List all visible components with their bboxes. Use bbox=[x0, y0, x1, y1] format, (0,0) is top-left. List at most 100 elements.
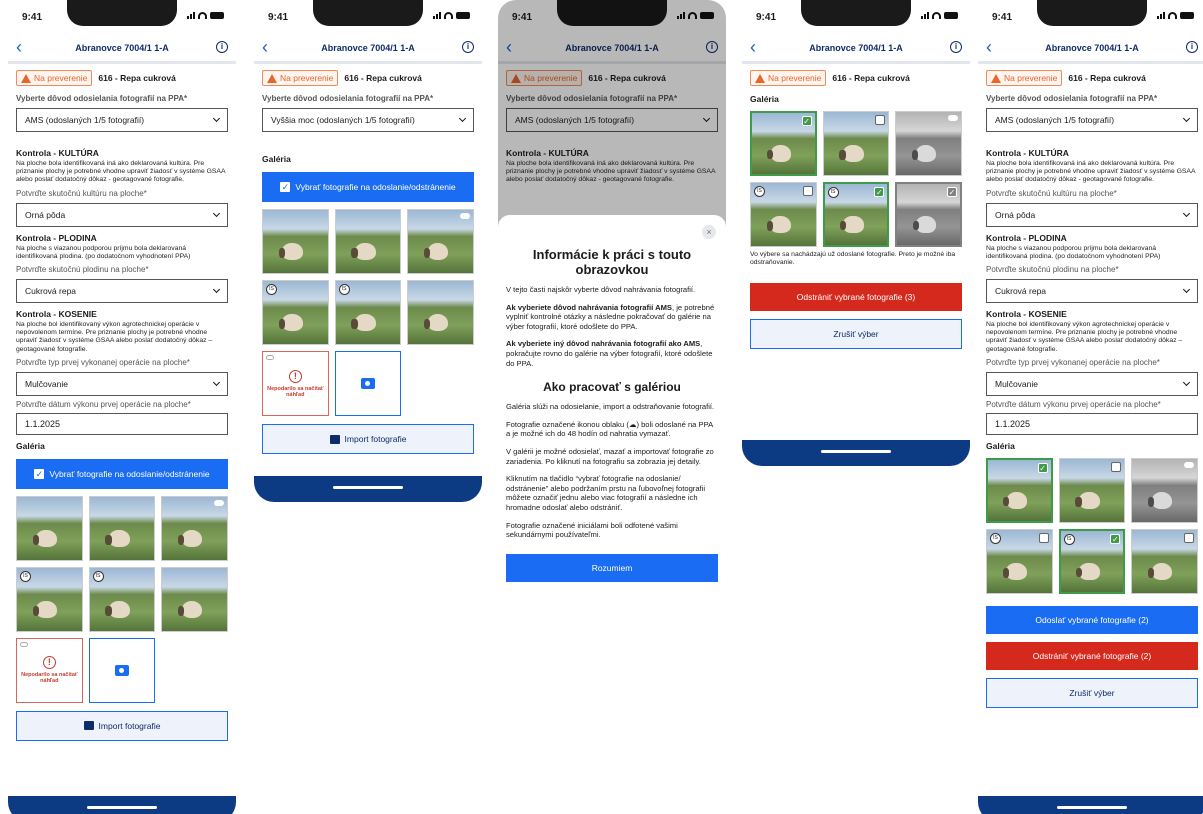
back-icon[interactable]: ‹ bbox=[262, 37, 268, 58]
photo-thumb[interactable] bbox=[895, 111, 962, 176]
modal-text: V galérii je možné odosielať, mazať a im… bbox=[506, 446, 714, 466]
camera-icon bbox=[114, 664, 129, 676]
initials-icon: IS bbox=[990, 532, 1001, 544]
photo-thumb[interactable] bbox=[1058, 457, 1126, 523]
import-photo-button[interactable]: Import fotografie bbox=[262, 424, 474, 454]
checkbox[interactable] bbox=[1183, 532, 1194, 543]
photo-thumb[interactable]: IS bbox=[334, 280, 402, 345]
send-selected-button[interactable]: Odoslať vybrané fotografie (2) bbox=[986, 605, 1198, 634]
checkbox-checked[interactable]: ✓ bbox=[801, 116, 812, 126]
failed-thumb[interactable]: ! Nepodarilo sa načítať náhľad bbox=[262, 351, 329, 416]
photo-thumb[interactable] bbox=[407, 209, 474, 274]
close-icon[interactable]: × bbox=[702, 225, 716, 239]
delete-selected-button[interactable]: Odstrániť vybrané fotografie (2) bbox=[986, 641, 1198, 670]
cancel-selection-button[interactable]: Zrušiť výber bbox=[750, 319, 962, 350]
modal-text: Ak vyberiete dôvod nahrávania fotografií… bbox=[506, 302, 715, 331]
photo-thumb[interactable]: IS ✓ bbox=[1058, 528, 1126, 594]
import-photo-button[interactable]: Import fotografie bbox=[16, 710, 228, 741]
reason-select[interactable]: Vyššia moc (odoslaných 1/5 fotografií) bbox=[262, 108, 474, 132]
photo-thumb[interactable]: IS bbox=[750, 182, 817, 247]
modal-text: Kliknutím na tlačidlo “vybrať fotografie… bbox=[506, 474, 706, 512]
plodina-select[interactable]: Cukrová repa bbox=[986, 279, 1198, 304]
photo-thumb[interactable]: ✓ bbox=[895, 182, 962, 247]
photo-thumb[interactable] bbox=[88, 495, 156, 561]
checkbox-checked[interactable]: ✓ bbox=[1110, 533, 1121, 544]
modal-backdrop[interactable] bbox=[498, 0, 726, 240]
camera-button[interactable] bbox=[334, 351, 402, 416]
photo-thumb[interactable] bbox=[1131, 457, 1198, 523]
checkbox-checked[interactable]: ✓ bbox=[874, 187, 885, 197]
reason-select[interactable]: AMS (odoslaných 1/5 fotografií) bbox=[986, 108, 1198, 132]
kultura-select[interactable]: Orná pôda bbox=[986, 202, 1198, 227]
select-photos-button[interactable]: ✓ Vybrať fotografie na odoslanie/odstráne… bbox=[16, 458, 228, 489]
photo-thumb[interactable] bbox=[407, 280, 474, 345]
photo-thumb[interactable]: ✓ bbox=[986, 457, 1053, 523]
clock: 9:41 bbox=[268, 12, 289, 23]
checkbox[interactable] bbox=[802, 186, 813, 196]
info-icon[interactable]: i bbox=[1186, 41, 1198, 53]
photo-thumb[interactable]: IS bbox=[16, 566, 83, 632]
photo-thumb[interactable]: IS bbox=[986, 528, 1053, 594]
reason-label: Vyberte dôvod odosielania fotografií na … bbox=[262, 94, 434, 103]
reason-select[interactable]: AMS (odoslaných 1/5 fotografií) bbox=[16, 108, 228, 132]
warning-icon bbox=[21, 73, 31, 83]
chevron-down-icon bbox=[1182, 114, 1191, 123]
understand-button[interactable]: Rozumiem bbox=[506, 553, 718, 582]
modal-text: Ak vyberiete iný dôvod nahrávania fotogr… bbox=[506, 339, 713, 368]
select-photos-button[interactable]: ✓ Vybrať fotografie na odoslanie/odstráne… bbox=[262, 172, 474, 202]
plodina-desc: Na ploche s viazanou podporou príjmu bol… bbox=[986, 244, 1161, 260]
cloud-icon bbox=[1183, 461, 1194, 468]
screen-send-selection: 9:41 ‹ Abranovce 7004/1 1-A i Na prevereni… bbox=[978, 0, 1203, 814]
checkbox[interactable] bbox=[1038, 532, 1049, 543]
status-bar: 9:41 bbox=[254, 0, 482, 34]
status-icons bbox=[433, 11, 470, 19]
back-icon[interactable]: ‹ bbox=[16, 37, 22, 58]
photo-thumb[interactable] bbox=[161, 495, 228, 561]
back-icon[interactable]: ‹ bbox=[986, 37, 992, 58]
kosenie-desc: Na ploche bol identifikovaný výkon agrot… bbox=[16, 321, 213, 353]
kultura-label: Potvrďte skutočnú kultúru na ploche* bbox=[16, 188, 147, 198]
cloud-icon bbox=[947, 115, 958, 121]
photo-thumb[interactable]: IS bbox=[262, 280, 329, 345]
photo-thumb[interactable]: IS ✓ bbox=[822, 182, 890, 247]
operation-select[interactable]: Mulčovanie bbox=[16, 371, 228, 396]
crop-name: 616 - Repa cukrová bbox=[344, 73, 422, 83]
clock: 9:41 bbox=[756, 12, 777, 23]
photo-thumb[interactable] bbox=[262, 209, 329, 274]
initials-icon: IS bbox=[266, 284, 277, 295]
failed-thumb[interactable]: ! Nepodarilo sa načítať náhľad bbox=[16, 637, 83, 703]
cancel-selection-button[interactable]: Zrušiť výber bbox=[986, 677, 1198, 708]
photo-thumb[interactable] bbox=[334, 209, 402, 274]
operation-select[interactable]: Mulčovanie bbox=[986, 371, 1198, 396]
page-title: Abranovce 7004/1 1-A bbox=[1045, 42, 1139, 53]
modal-text: Galéria slúži na odosielanie, import a o… bbox=[506, 402, 715, 412]
photo-thumb[interactable] bbox=[1131, 528, 1198, 594]
checkbox-checked[interactable]: ✓ bbox=[946, 187, 957, 197]
chevron-down-icon bbox=[212, 114, 221, 123]
photo-thumb[interactable]: ✓ bbox=[750, 111, 817, 176]
home-indicator bbox=[978, 796, 1203, 814]
delete-selected-button[interactable]: Odstrániť vybrané fotografie (3) bbox=[750, 283, 962, 312]
checkbox[interactable] bbox=[875, 115, 886, 125]
back-icon[interactable]: ‹ bbox=[750, 37, 756, 58]
date-input[interactable]: 1.1.2025 bbox=[16, 412, 228, 435]
photo-thumb[interactable] bbox=[16, 495, 83, 561]
modal-text: Fotografie označené ikonou oblaku (☁) bo… bbox=[506, 419, 713, 439]
photo-thumb[interactable]: IS bbox=[88, 566, 156, 632]
photo-thumb[interactable] bbox=[161, 566, 228, 632]
info-icon[interactable]: i bbox=[462, 41, 474, 53]
kultura-select[interactable]: Orná pôda bbox=[16, 202, 228, 227]
info-icon[interactable]: i bbox=[950, 41, 962, 53]
camera-button[interactable] bbox=[88, 637, 156, 703]
date-input[interactable]: 1.1.2025 bbox=[986, 412, 1198, 435]
screen-other-reason: 9:41 ‹ Abranovce 7004/1 1-A i Na prevereni… bbox=[254, 0, 482, 814]
info-icon[interactable]: i bbox=[216, 41, 228, 53]
app-header: ‹ Abranovce 7004/1 1-A i bbox=[254, 34, 482, 64]
crop-name: 616 - Repa cukrová bbox=[1068, 73, 1146, 83]
crop-name: 616 - Repa cukrová bbox=[832, 73, 910, 83]
checkbox[interactable] bbox=[1111, 461, 1122, 472]
plodina-select[interactable]: Cukrová repa bbox=[16, 279, 228, 304]
photo-thumb[interactable] bbox=[822, 111, 890, 176]
status-badge: Na preverenie bbox=[750, 70, 827, 86]
checkbox-checked[interactable]: ✓ bbox=[1037, 462, 1048, 473]
